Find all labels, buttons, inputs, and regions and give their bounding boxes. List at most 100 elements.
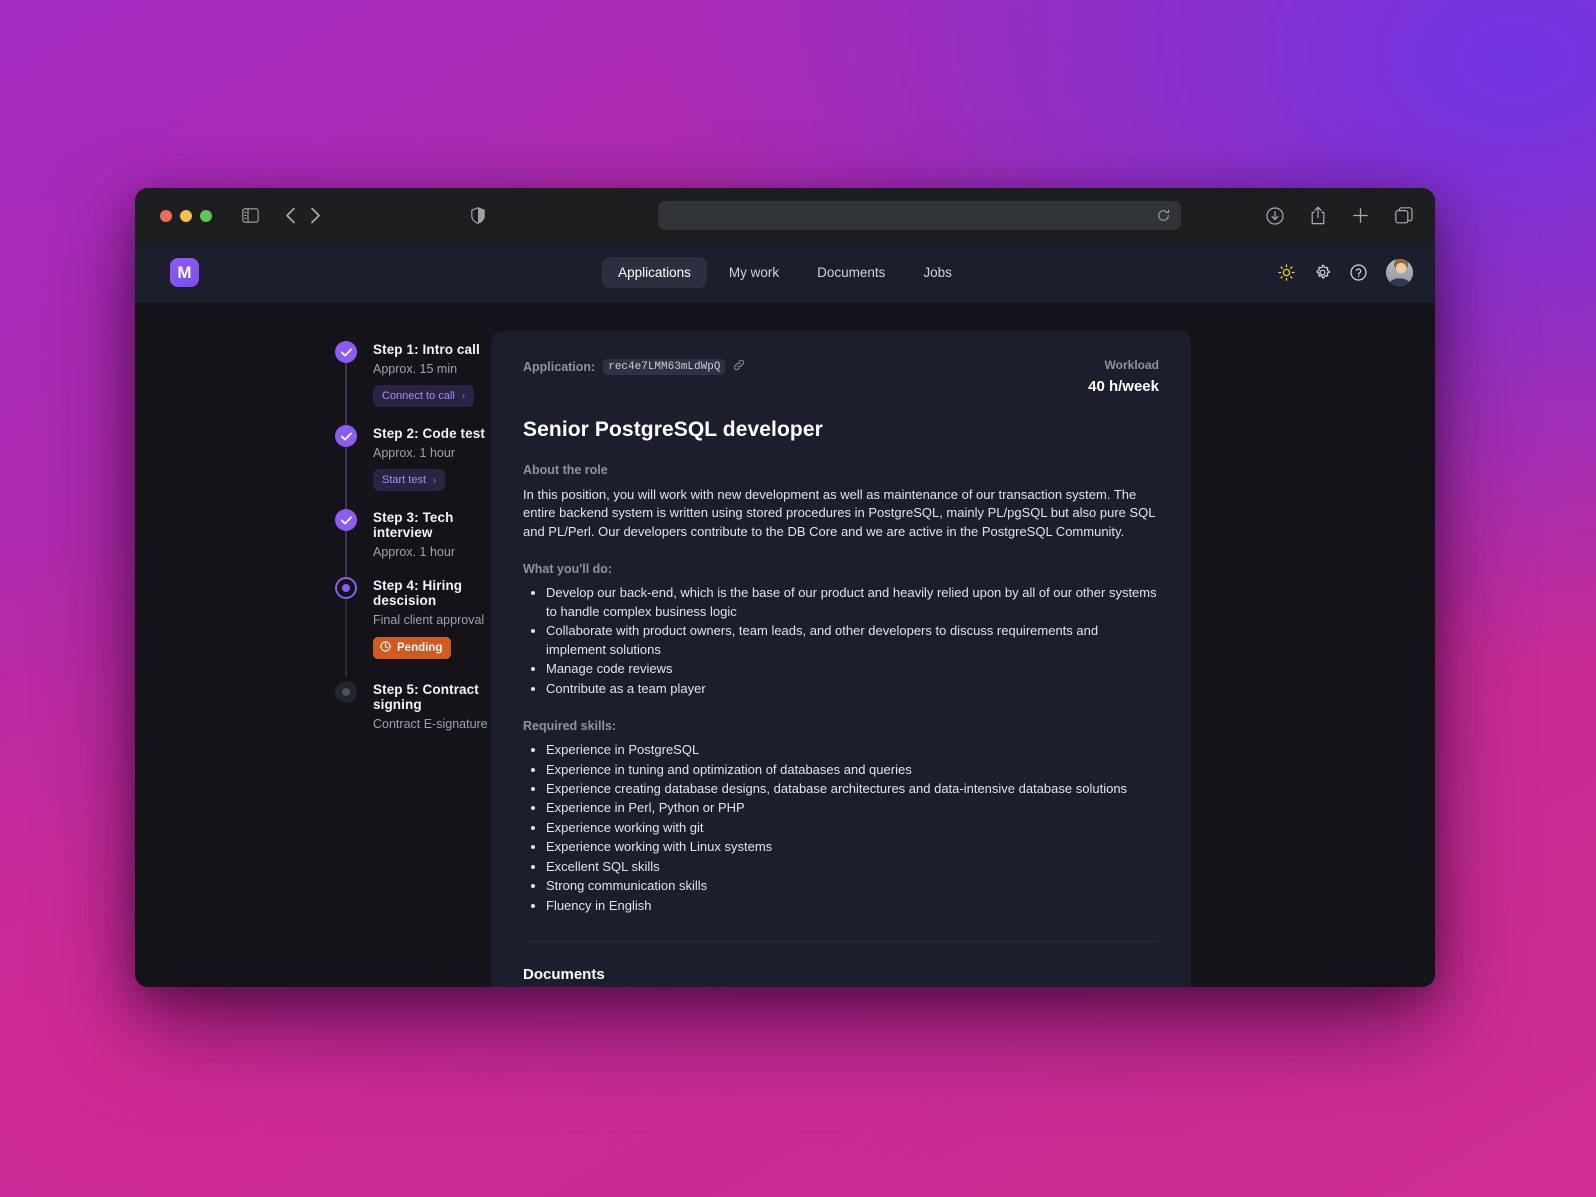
required-skills-list: Experience in PostgreSQL Experience in t… (523, 741, 1159, 915)
step-subtitle: Approx. 15 min (373, 362, 458, 376)
plus-icon[interactable] (1352, 207, 1369, 224)
step-title: Step 3: Tech interview (373, 510, 454, 540)
step-subtitle: Contract E-signature (373, 717, 488, 731)
chevron-right-icon: › (433, 474, 437, 486)
step-connector (345, 447, 347, 509)
nav-tab-my-work[interactable]: My work (713, 257, 795, 288)
question-circle-icon[interactable] (1350, 264, 1367, 281)
application-header: Application: rec4e7LMM63mLdWpQ Workload … (523, 358, 1159, 395)
check-icon (335, 341, 357, 363)
workload-value: 40 h/week (1088, 378, 1159, 395)
minimize-window-button[interactable] (180, 209, 192, 222)
clock-icon (380, 641, 391, 655)
status-badge-label: Pending (397, 642, 443, 654)
browser-navigation (285, 207, 321, 224)
step-title: Step 5: Contract signing (373, 682, 479, 712)
status-badge-pending: Pending (373, 637, 452, 659)
stepper-item-4[interactable]: Step 4: Hiring descision Final client ap… (335, 577, 491, 681)
list-item: Experience creating database designs, da… (546, 780, 1159, 798)
content-area: Application: rec4e7LMM63mLdWpQ Workload … (491, 331, 1435, 987)
step-body: Step 1: Intro call Approx. 15 min Connec… (357, 341, 491, 407)
list-item: Experience in tuning and optimization of… (546, 761, 1159, 779)
list-item: Experience in Perl, Python or PHP (546, 799, 1159, 817)
step-body: Step 2: Code test Approx. 1 hour Start t… (357, 425, 491, 491)
job-title: Senior PostgreSQL developer (523, 418, 823, 441)
workload-label: Workload (1104, 358, 1159, 372)
chevron-right-icon: › (461, 390, 466, 402)
step-body: Step 4: Hiring descision Final client ap… (357, 577, 491, 659)
step-subtitle: Approx. 1 hour (373, 446, 455, 460)
start-test-button[interactable]: Start test › (373, 469, 446, 491)
step-marker (335, 577, 357, 677)
list-item: Collaborate with product owners, team le… (546, 622, 1159, 659)
tabs-icon[interactable] (1395, 207, 1413, 224)
list-item: Experience working with git (546, 819, 1159, 837)
browser-toolbar-right (1266, 188, 1413, 243)
current-step-icon (335, 577, 357, 599)
user-avatar[interactable] (1386, 259, 1413, 286)
nav-tab-jobs[interactable]: Jobs (907, 257, 968, 288)
about-the-role-label: About the role (523, 463, 608, 477)
step-title: Step 1: Intro call (373, 342, 480, 357)
main-navigation: Applications My work Documents Jobs (135, 257, 1435, 288)
step-connector (345, 363, 347, 425)
browser-window: M Applications My work Documents Jobs St… (135, 188, 1435, 987)
required-skills-label: Required skills: (523, 719, 617, 734)
list-item: Fluency in English (546, 897, 1159, 915)
application-card: Application: rec4e7LMM63mLdWpQ Workload … (491, 331, 1191, 987)
pending-step-icon (335, 681, 357, 703)
sun-icon[interactable] (1278, 264, 1295, 281)
traffic-lights (160, 209, 212, 222)
nav-tab-documents[interactable]: Documents (801, 257, 901, 288)
list-item: Excellent SQL skills (546, 858, 1159, 876)
step-connector (345, 599, 347, 677)
step-body: Step 5: Contract signing Contract E-sign… (357, 681, 491, 731)
nav-tab-applications[interactable]: Applications (602, 257, 707, 288)
maximize-window-button[interactable] (200, 209, 212, 222)
url-bar[interactable] (658, 201, 1181, 230)
documents-title: Documents (523, 966, 605, 984)
stepper-item-5[interactable]: Step 5: Contract signing Contract E-sign… (335, 681, 491, 749)
step-title: Step 2: Code test (373, 426, 485, 441)
download-icon[interactable] (1266, 206, 1284, 225)
workload-block: Workload 40 h/week (1088, 358, 1159, 395)
shield-icon[interactable] (471, 207, 485, 224)
link-icon[interactable] (733, 358, 745, 376)
chevron-right-icon[interactable] (310, 207, 321, 224)
close-window-button[interactable] (160, 209, 172, 222)
check-icon (335, 509, 357, 531)
what-youll-do-label: What you'll do: (523, 562, 613, 577)
browser-titlebar (135, 188, 1435, 243)
sidebar-icon[interactable] (242, 208, 259, 223)
hiring-stepper: Step 1: Intro call Approx. 15 min Connec… (135, 331, 491, 987)
share-icon[interactable] (1310, 206, 1326, 225)
stepper-item-3[interactable]: Step 3: Tech interview Approx. 1 hour (335, 509, 491, 577)
step-connector (345, 531, 347, 577)
reload-icon[interactable] (1157, 209, 1170, 222)
step-marker (335, 509, 357, 577)
step-subtitle: Approx. 1 hour (373, 545, 455, 559)
gear-icon[interactable] (1314, 264, 1331, 281)
app-body: Step 1: Intro call Approx. 15 min Connec… (135, 303, 1435, 987)
stepper-item-1[interactable]: Step 1: Intro call Approx. 15 min Connec… (335, 341, 491, 425)
list-item: Manage code reviews (546, 660, 1159, 678)
list-item: Strong communication skills (546, 877, 1159, 895)
step-subtitle: Final client approval (373, 613, 485, 627)
chevron-left-icon[interactable] (285, 207, 296, 224)
application-label: Application: (523, 360, 596, 374)
step-marker (335, 681, 357, 731)
list-item: Experience in PostgreSQL (546, 741, 1159, 759)
application-id[interactable]: rec4e7LMM63mLdWpQ (603, 359, 726, 375)
list-item: Develop our back-end, which is the base … (546, 584, 1159, 621)
app-header: M Applications My work Documents Jobs (135, 243, 1435, 303)
connect-to-call-button[interactable]: Connect to call › (373, 385, 475, 407)
step-marker (335, 425, 357, 509)
list-item: Contribute as a team player (546, 680, 1159, 698)
section-divider (523, 941, 1159, 943)
step-action-label: Connect to call (382, 390, 455, 402)
step-marker (335, 341, 357, 425)
about-the-role-text: In this position, you will work with new… (523, 487, 1156, 539)
stepper-item-2[interactable]: Step 2: Code test Approx. 1 hour Start t… (335, 425, 491, 509)
step-title: Step 4: Hiring descision (373, 578, 463, 608)
what-youll-do-list: Develop our back-end, which is the base … (523, 584, 1159, 698)
